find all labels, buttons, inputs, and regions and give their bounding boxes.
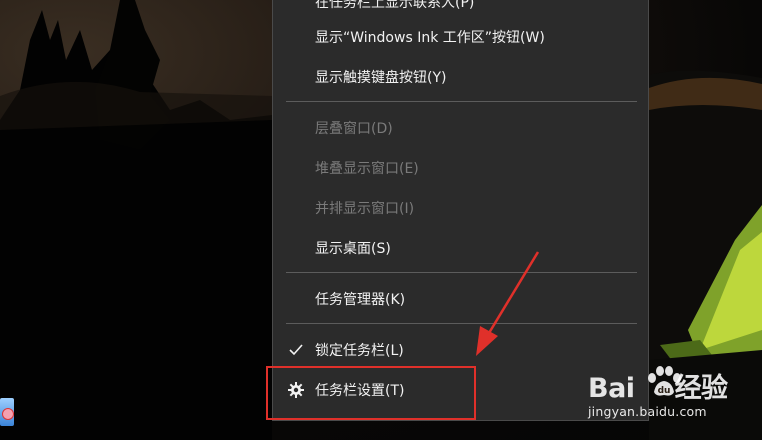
- paw-icon: du: [648, 366, 681, 396]
- watermark-site-url: jingyan.baidu.com: [588, 404, 707, 419]
- svg-text:du: du: [658, 386, 671, 396]
- baidu-jingyan-watermark: Bai 经验 du jingyan.baidu.com: [588, 366, 762, 440]
- watermark-logo-left: Bai: [588, 373, 635, 404]
